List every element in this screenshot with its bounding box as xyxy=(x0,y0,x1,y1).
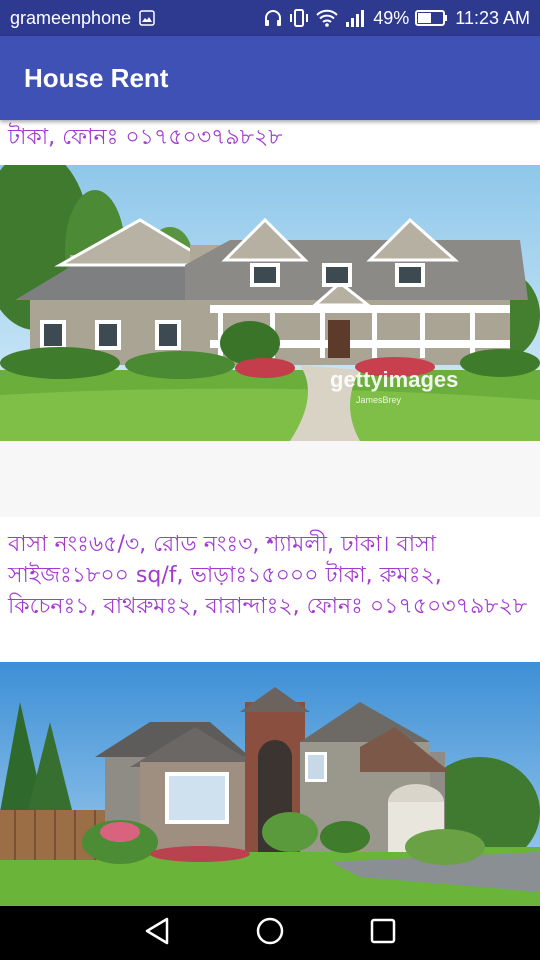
house-image: gettyimages JamesBrey xyxy=(0,165,540,441)
wifi-icon xyxy=(315,8,339,28)
listing-card[interactable]: টাকা, ফোনঃ ০১৭৫০৩৭৯৮২৮ gettyimages James… xyxy=(0,120,540,441)
recents-icon xyxy=(370,918,396,948)
image-watermark: gettyimages xyxy=(330,367,458,392)
carrier-name: grameenphone xyxy=(10,7,132,28)
listing-card[interactable]: বাসা নংঃ৬৫/৩, রোড নংঃ৩, শ্যামলী, ঢাকা। ব… xyxy=(0,517,540,906)
listing-text: টাকা, ফোনঃ ০১৭৫০৩৭৯৮২৮ xyxy=(8,125,283,150)
back-icon xyxy=(143,916,171,950)
listing-text: বাসা নংঃ৬৫/৩, রোড নংঃ৩, শ্যামলী, ঢাকা। ব… xyxy=(8,532,528,619)
battery-icon xyxy=(415,9,449,27)
image-credit: JamesBrey xyxy=(356,395,402,405)
navigation-bar xyxy=(0,906,540,960)
app-bar: House Rent xyxy=(0,36,540,120)
app-title: House Rent xyxy=(24,62,169,93)
house-image xyxy=(0,662,540,906)
vibrate-icon xyxy=(289,8,309,28)
headphones-icon xyxy=(263,8,283,28)
recents-button[interactable] xyxy=(361,911,405,955)
signal-icon xyxy=(345,8,367,28)
home-button[interactable] xyxy=(248,911,292,955)
image-icon xyxy=(139,10,155,26)
home-icon xyxy=(255,916,285,950)
status-bar: grameenphone 49% 11:23 AM xyxy=(0,0,540,36)
back-button[interactable] xyxy=(135,911,179,955)
listing-list[interactable]: টাকা, ফোনঃ ০১৭৫০৩৭৯৮২৮ gettyimages James… xyxy=(0,120,540,906)
battery-percent: 49% xyxy=(373,7,410,28)
clock: 11:23 AM xyxy=(455,7,530,28)
